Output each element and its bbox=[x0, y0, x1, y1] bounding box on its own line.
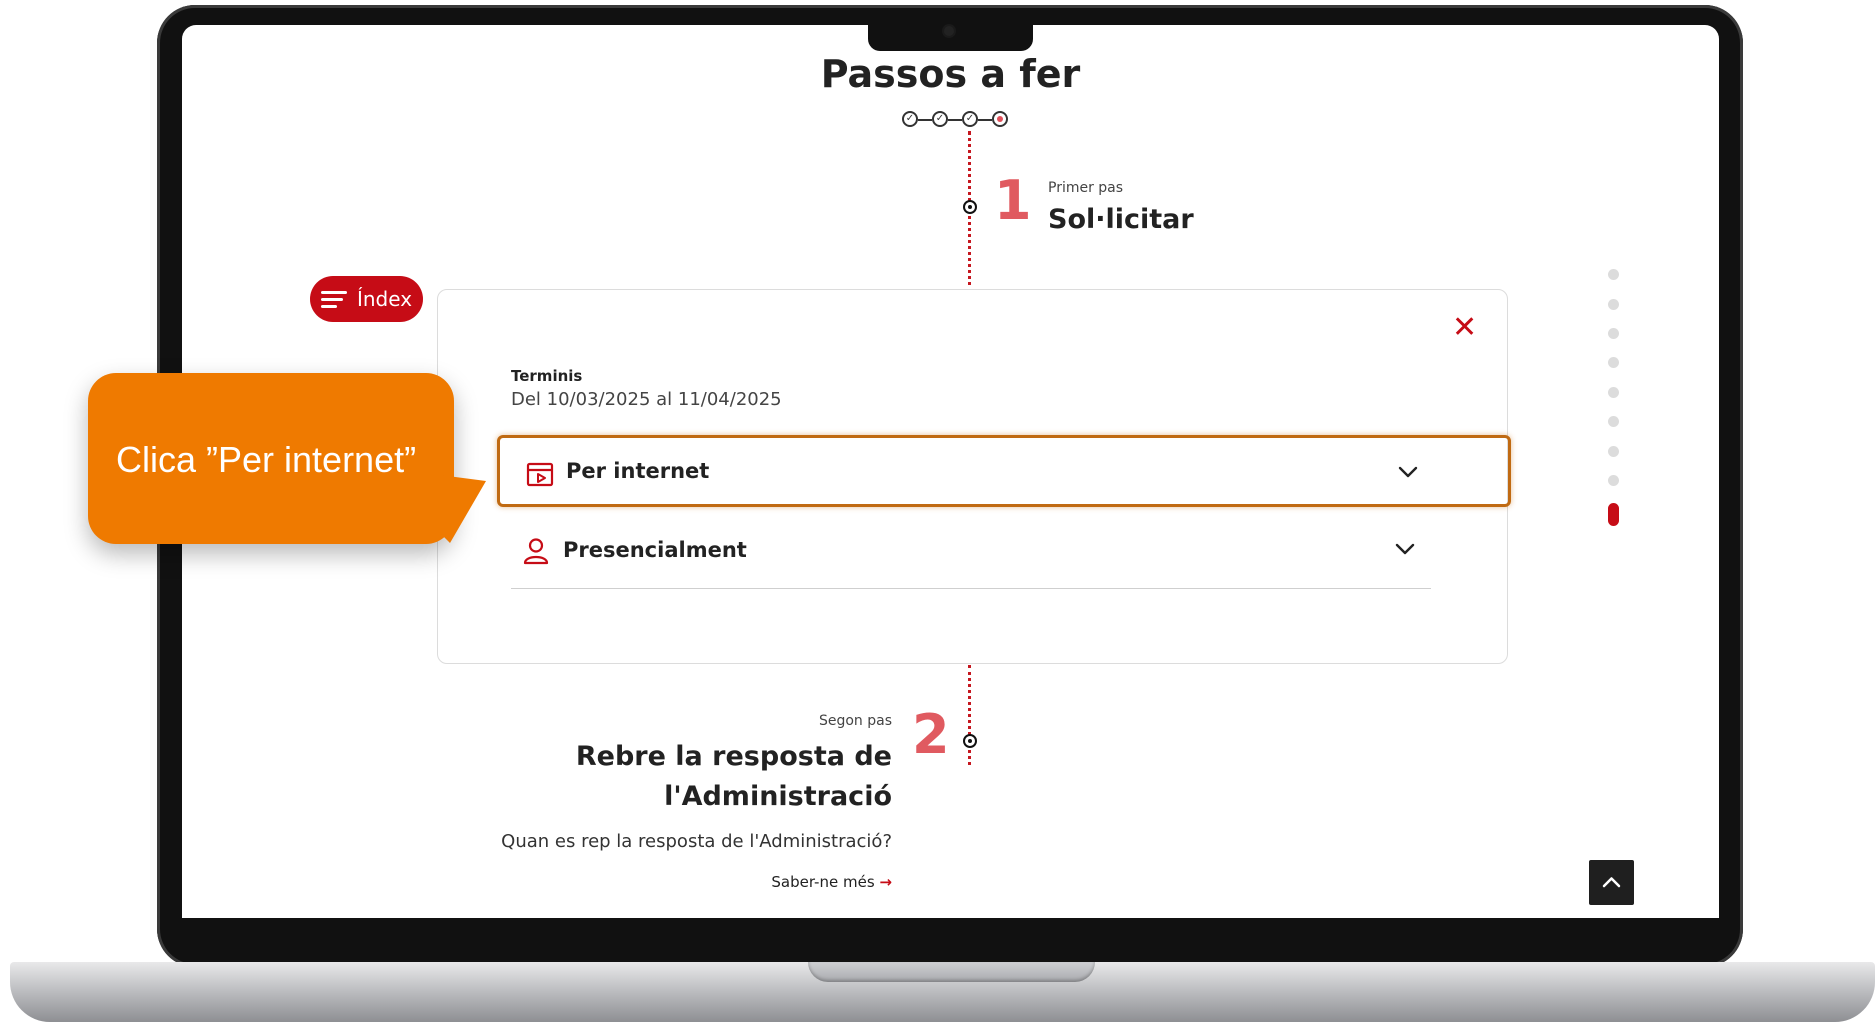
progress-step-4-current-icon bbox=[992, 111, 1008, 127]
panel-divider bbox=[511, 588, 1431, 589]
menu-icon bbox=[320, 290, 347, 308]
section-nav-dot[interactable] bbox=[1608, 357, 1619, 368]
section-nav-dot[interactable] bbox=[1608, 387, 1619, 398]
option-per-internet-label: Per internet bbox=[566, 459, 710, 483]
saber-mes-link-label: Saber-ne més bbox=[771, 873, 875, 891]
step-1-number: 1 bbox=[994, 169, 1032, 232]
close-icon[interactable]: ✕ bbox=[1452, 313, 1477, 343]
section-nav-dot[interactable] bbox=[1608, 475, 1619, 486]
section-nav-dot[interactable] bbox=[1608, 269, 1619, 280]
progress-step-2-check-icon: ✓ bbox=[932, 111, 948, 127]
chevron-down-icon bbox=[1395, 543, 1415, 555]
timeline-node-2 bbox=[963, 734, 977, 748]
section-nav-dot[interactable] bbox=[1608, 446, 1619, 457]
callout-pointer bbox=[440, 475, 486, 543]
step-2-subtitle: Segon pas bbox=[818, 713, 892, 729]
step-1-title: Sol·licitar bbox=[1048, 204, 1194, 235]
terminis-label: Terminis bbox=[511, 367, 583, 385]
step-1-subtitle: Primer pas bbox=[1048, 180, 1124, 196]
option-presencialment[interactable]: Presencialment bbox=[500, 515, 1510, 585]
progress-step-1-check-icon: ✓ bbox=[902, 111, 918, 127]
progress-connector bbox=[948, 119, 962, 121]
progress-connector bbox=[978, 119, 992, 121]
section-nav-dot[interactable] bbox=[1608, 416, 1619, 427]
person-icon bbox=[523, 538, 549, 565]
terminis-dates: Del 10/03/2025 al 11/04/2025 bbox=[511, 389, 782, 410]
arrow-right-icon: → bbox=[879, 873, 892, 891]
progress-connector bbox=[918, 119, 932, 121]
laptop-base-notch bbox=[808, 962, 1095, 982]
index-button[interactable]: Índex bbox=[310, 276, 423, 322]
timeline-node-1 bbox=[963, 200, 977, 214]
step-2-title-line1: Rebre la resposta de bbox=[575, 741, 892, 772]
scroll-to-top-button[interactable] bbox=[1589, 860, 1634, 905]
saber-mes-link[interactable]: Saber-ne més → bbox=[182, 873, 892, 891]
index-button-label: Índex bbox=[356, 287, 413, 311]
progress-step-3-check-icon: ✓ bbox=[962, 111, 978, 127]
camera-lens bbox=[944, 26, 954, 36]
browser-window-icon bbox=[526, 462, 554, 487]
chevron-up-icon bbox=[1602, 877, 1621, 888]
option-per-internet[interactable]: Per internet bbox=[497, 435, 1511, 507]
section-nav-dot[interactable] bbox=[1608, 328, 1619, 339]
chevron-down-icon bbox=[1398, 466, 1418, 478]
step-2-title-line2: l'Administració bbox=[664, 781, 892, 812]
page-title: Passos a fer bbox=[820, 52, 1081, 96]
step-2-number: 2 bbox=[912, 703, 950, 766]
timeline-line-bottom bbox=[968, 665, 971, 765]
callout-text: Clica ”Per internet” bbox=[116, 439, 417, 480]
section-nav-dot[interactable] bbox=[1608, 299, 1619, 310]
option-presencialment-label: Presencialment bbox=[563, 538, 747, 562]
section-nav-dot-active[interactable] bbox=[1608, 503, 1619, 526]
step-2-title: Rebre la resposta de l'Administració bbox=[182, 737, 892, 817]
step-2-question: Quan es rep la resposta de l'Administrac… bbox=[501, 831, 892, 852]
